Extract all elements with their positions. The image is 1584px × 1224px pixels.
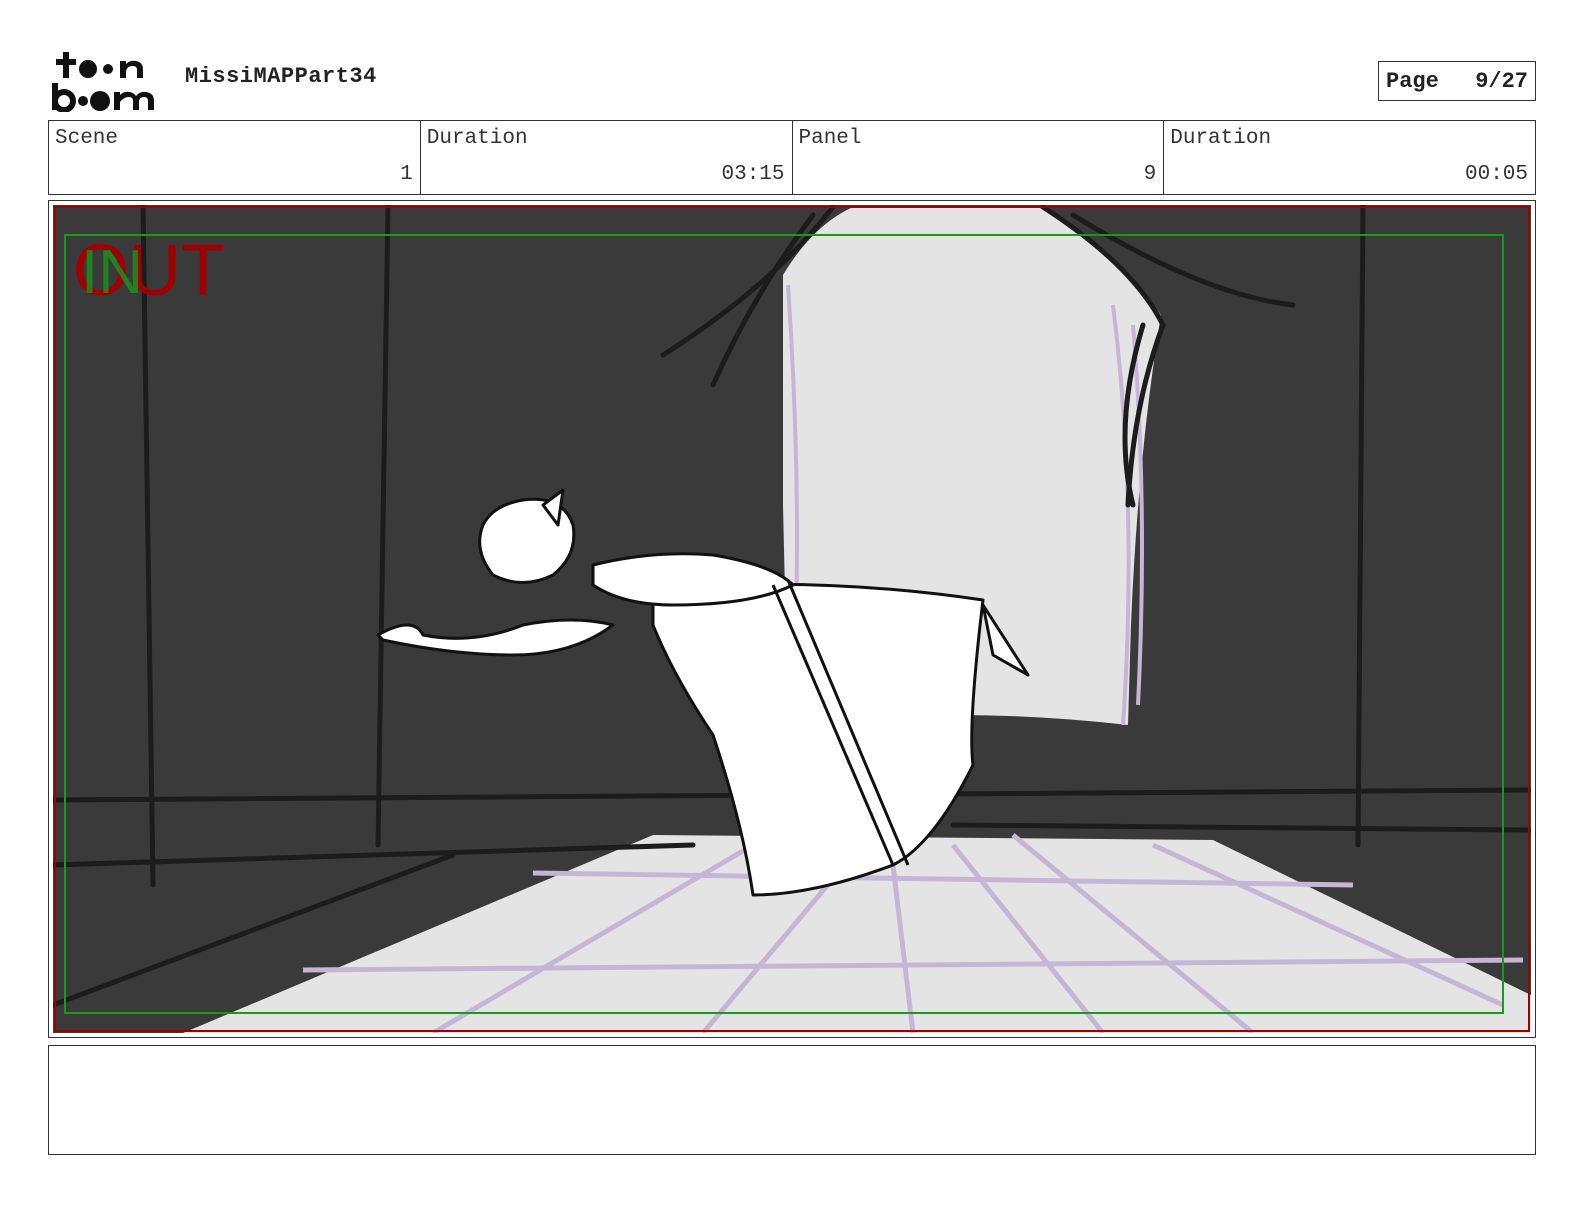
page-number: 9/27 [1475,68,1528,94]
panel-duration-label: Duration [1170,127,1272,150]
panel-value: 9 [1143,163,1157,186]
panel-duration-cell: Duration 00:05 [1164,121,1535,194]
panel-duration-value: 00:05 [1464,163,1528,186]
scene-label: Scene [55,127,119,150]
scene-value: 1 [400,163,413,186]
scene-duration-value: 03:15 [721,163,785,186]
page-indicator: Page 9/27 [1378,61,1536,101]
toon-boom-logo [52,52,154,112]
panel-info-bar: Scene 1 Duration 03:15 Panel 9 Duration … [48,120,1536,195]
in-marker: IN [81,238,143,307]
scene-duration-cell: Duration 03:15 [421,121,793,194]
scene-duration-label: Duration [426,127,528,150]
project-title: MissiMAPPart34 [185,64,377,89]
notes-box [48,1045,1536,1155]
page-label: Page [1386,68,1439,94]
storyboard-panel-drawing: OUT IN [53,205,1531,1033]
scene-cell: Scene 1 [49,121,421,194]
panel-label: Panel [798,127,862,150]
panel-cell: Panel 9 [793,121,1165,194]
